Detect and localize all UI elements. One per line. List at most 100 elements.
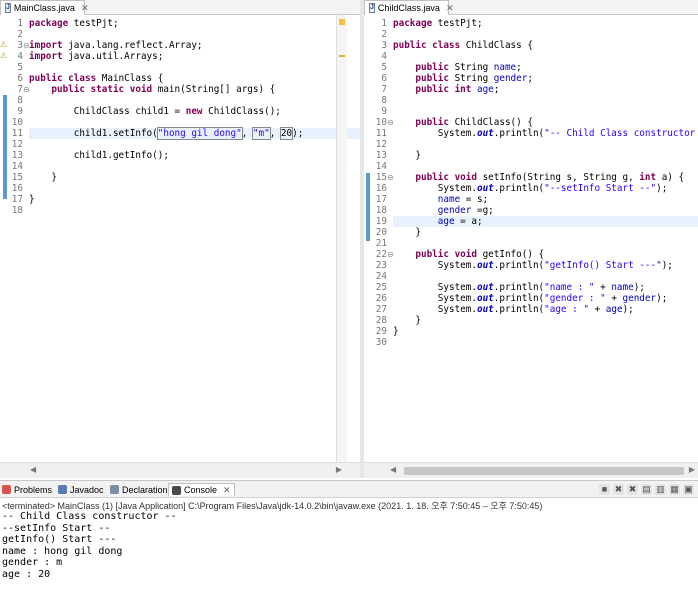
code-line[interactable] (393, 161, 698, 172)
code-line[interactable]: System.out.println("-- Child Class const… (393, 128, 698, 139)
code-line[interactable] (393, 51, 698, 62)
code-token: ChildClass child1 = (29, 106, 186, 117)
console-toolbar: ■ ✖ ✖ ▤ ▥ ▦ ▣ (599, 484, 694, 495)
code-line[interactable] (29, 29, 360, 40)
code-line[interactable] (29, 95, 360, 106)
code-token: public class (393, 40, 461, 51)
scroll-left-icon[interactable]: ◀ (390, 465, 396, 474)
code-line[interactable]: System.out.println("getInfo() Start ---"… (393, 260, 698, 271)
code-token: ChildClass(); (202, 106, 281, 117)
code-line[interactable] (29, 161, 360, 172)
code-line[interactable]: public void getInfo() { (393, 249, 698, 260)
code-token: ); (633, 282, 645, 293)
code-line[interactable]: child1.getInfo(); (29, 150, 360, 161)
code-line[interactable]: public String name; (393, 62, 698, 73)
line-number: 4 (17, 51, 23, 62)
tab-console[interactable]: Console ✕ (168, 483, 235, 496)
code-token: String (448, 73, 494, 84)
left-annotation-ruler: ⚠ ⚠ (0, 15, 9, 462)
code-line[interactable]: } (393, 150, 698, 161)
code-line[interactable]: public void setInfo(String s, String g, … (393, 172, 698, 183)
code-line[interactable]: } (393, 315, 698, 326)
close-tab-icon[interactable]: ✕ (81, 3, 89, 14)
code-token: public (415, 117, 449, 128)
remove-launch-icon[interactable]: ✖ (613, 484, 624, 495)
tab-javadoc[interactable]: Javadoc (58, 483, 104, 496)
code-line[interactable]: public ChildClass() { (393, 117, 698, 128)
code-line[interactable]: age = a; (393, 216, 698, 227)
code-line[interactable]: public class ChildClass { (393, 40, 698, 51)
code-line[interactable]: public static void main(String[] args) { (29, 84, 360, 95)
tab-childclass-java[interactable]: J ChildClass.java ✕ (364, 0, 453, 15)
code-line[interactable]: } (29, 194, 360, 205)
code-line[interactable] (393, 106, 698, 117)
line-number: 13 (375, 150, 387, 161)
code-token: gender (622, 293, 657, 304)
scroll-lock-icon[interactable]: ▥ (655, 484, 666, 495)
terminate-icon[interactable]: ■ (599, 484, 610, 495)
code-line[interactable]: } (29, 172, 360, 183)
code-area[interactable]: package testPjt; import java.lang.reflect… (29, 18, 360, 216)
code-line[interactable] (393, 271, 698, 282)
tab-declaration[interactable]: Declaration (110, 483, 168, 496)
tab-mainclass-java[interactable]: J MainClass.java ✕ (0, 0, 88, 15)
code-line[interactable]: name = s; (393, 194, 698, 205)
console-output[interactable]: -- Child Class constructor -- --setInfo S… (2, 511, 177, 580)
code-line[interactable]: } (393, 326, 698, 337)
line-number: 28 (375, 315, 387, 326)
code-token: "getInfo() Start ---" (544, 260, 662, 271)
right-horizontal-scrollbar[interactable]: ◀ ▶ (364, 462, 698, 478)
code-token: ; (527, 73, 533, 84)
code-line[interactable] (29, 205, 360, 216)
code-token: public int (415, 84, 472, 95)
left-overview-ruler[interactable] (336, 15, 347, 462)
code-line[interactable]: System.out.println("name : " + name); (393, 282, 698, 293)
code-area[interactable]: package testPjt; public class ChildClass … (393, 18, 698, 348)
code-line[interactable]: package testPjt; (393, 18, 698, 29)
code-line[interactable]: child1.setInfo("hong gil dong", "m", 20)… (29, 127, 360, 140)
code-line[interactable] (29, 117, 360, 128)
code-line[interactable] (393, 29, 698, 40)
code-line[interactable]: ChildClass child1 = new ChildClass(); (29, 106, 360, 117)
scroll-right-icon[interactable]: ▶ (689, 465, 695, 474)
code-line[interactable]: package testPjt; (29, 18, 360, 29)
pin-console-icon[interactable]: ▣ (683, 484, 694, 495)
change-marker (366, 173, 370, 241)
close-tab-icon[interactable]: ✕ (223, 485, 231, 496)
remove-all-icon[interactable]: ✖ (627, 484, 638, 495)
code-line[interactable] (393, 337, 698, 348)
code-line[interactable]: import java.util.Arrays; (29, 51, 360, 62)
main-class-editor[interactable]: ⚠ ⚠ 1 2 3 4 5 6 7 8 9 10 11 12 13 14 15 16 17 18 ⊖ ⊖ packa… (0, 15, 360, 462)
line-number: 17 (11, 194, 23, 205)
java-file-icon: J (5, 3, 11, 13)
word-wrap-icon[interactable]: ▦ (669, 484, 680, 495)
code-line[interactable]: System.out.println("gender : " + gender)… (393, 293, 698, 304)
left-horizontal-scrollbar[interactable]: ◀ ▶ (0, 462, 360, 478)
code-token: } (29, 194, 35, 205)
child-class-editor[interactable]: 1 2 3 4 5 6 7 8 9 10 11 12 13 14 15 16 17 18 19 20 21 22 23 24 2… (364, 15, 698, 462)
code-line[interactable]: gender =g; (393, 205, 698, 216)
scroll-right-icon[interactable]: ▶ (336, 465, 342, 474)
scroll-left-icon[interactable]: ◀ (30, 465, 36, 474)
code-line[interactable]: System.out.println("age : " + age); (393, 304, 698, 315)
code-line[interactable]: } (393, 227, 698, 238)
code-line[interactable]: public int age; (393, 84, 698, 95)
code-line[interactable] (29, 139, 360, 150)
code-line[interactable] (393, 238, 698, 249)
clear-console-icon[interactable]: ▤ (641, 484, 652, 495)
code-line[interactable] (393, 139, 698, 150)
tab-problems[interactable]: Problems (2, 483, 52, 496)
line-number: 20 (375, 227, 387, 238)
code-line[interactable] (29, 183, 360, 194)
code-line[interactable]: import java.lang.reflect.Array; (29, 40, 360, 51)
scrollbar-thumb[interactable] (404, 467, 684, 475)
code-line[interactable]: public String gender; (393, 73, 698, 84)
close-tab-icon[interactable]: ✕ (446, 3, 454, 14)
overview-warning-marker (339, 19, 345, 25)
code-line[interactable] (393, 95, 698, 106)
code-line[interactable]: System.out.println("--setInfo Start --")… (393, 183, 698, 194)
code-line[interactable]: public class MainClass { (29, 73, 360, 84)
code-line[interactable] (29, 62, 360, 73)
right-annotation-ruler (364, 15, 373, 462)
